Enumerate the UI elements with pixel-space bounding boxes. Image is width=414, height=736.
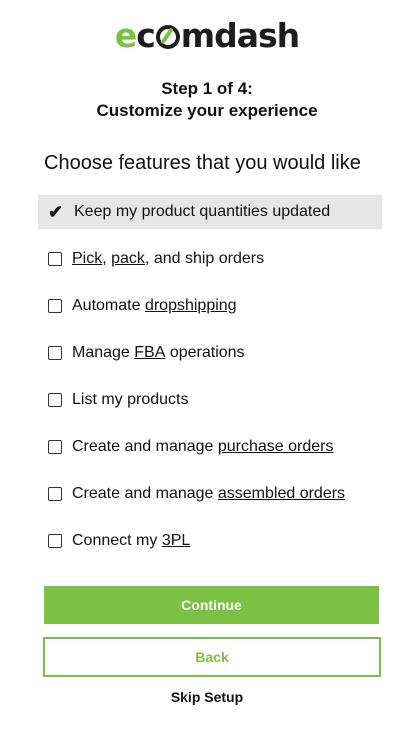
link-assembled-orders[interactable]: assembled orders: [218, 485, 345, 503]
link-pack[interactable]: pack: [111, 250, 145, 268]
option-label: Keep my product quantities updated: [74, 203, 331, 220]
link-purchase-orders[interactable]: purchase orders: [218, 438, 334, 456]
option-assembled-orders[interactable]: Create and manage assembled orders: [38, 477, 382, 511]
option-label: Create and manage: [72, 438, 218, 455]
option-label: Create and manage: [72, 485, 218, 502]
checkbox-empty-icon[interactable]: [48, 534, 62, 548]
logo-gauge-icon: [155, 25, 180, 49]
continue-button[interactable]: Continue: [44, 586, 379, 624]
back-button[interactable]: Back: [43, 637, 381, 677]
option-keep-quantities-updated[interactable]: ✔ Keep my product quantities updated: [38, 195, 382, 229]
link-3pl[interactable]: 3PL: [162, 532, 190, 550]
checkmark-icon: ✔: [48, 202, 64, 222]
checkbox-empty-icon[interactable]: [48, 299, 62, 313]
option-label-separator: ,: [102, 250, 112, 267]
option-label: List my products: [72, 391, 189, 408]
option-label: Automate: [72, 297, 145, 314]
logo-letter-e: e: [114, 16, 137, 55]
logo-letter-c: c: [136, 16, 156, 55]
logo-letters-mdash: mdash: [180, 16, 300, 55]
option-connect-3pl[interactable]: Connect my 3PL: [38, 524, 382, 558]
step-header: Step 1 of 4: Customize your experience: [0, 78, 414, 122]
page-title: Customize your experience: [96, 101, 318, 120]
option-purchase-orders[interactable]: Create and manage purchase orders: [38, 430, 382, 464]
skip-setup-link[interactable]: Skip Setup: [0, 689, 414, 705]
option-label: Manage: [72, 344, 135, 361]
checkbox-empty-icon[interactable]: [48, 252, 62, 266]
option-automate-dropshipping[interactable]: Automate dropshipping: [38, 289, 382, 323]
option-pick-pack-ship[interactable]: Pick, pack, and ship orders: [38, 242, 382, 276]
features-question: Choose features that you would like: [44, 152, 361, 174]
option-label: Connect my: [72, 532, 162, 549]
option-list-products[interactable]: List my products: [38, 383, 382, 417]
link-dropshipping[interactable]: dropshipping: [145, 297, 237, 315]
feature-options-list: ✔ Keep my product quantities updated Pic…: [38, 195, 382, 571]
link-pick[interactable]: Pick: [72, 250, 102, 268]
checkbox-empty-icon[interactable]: [48, 346, 62, 360]
checkbox-empty-icon[interactable]: [48, 393, 62, 407]
option-label-rest: operations: [165, 344, 245, 361]
ecomdash-logo: e c mdash: [0, 14, 414, 58]
checkbox-empty-icon[interactable]: [48, 440, 62, 454]
option-label-rest: , and ship orders: [144, 250, 265, 267]
logo-wordmark: e c mdash: [114, 14, 300, 58]
step-indicator: Step 1 of 4:: [161, 79, 253, 98]
checkbox-empty-icon[interactable]: [48, 487, 62, 501]
link-fba[interactable]: FBA: [134, 344, 165, 362]
option-manage-fba[interactable]: Manage FBA operations: [38, 336, 382, 370]
